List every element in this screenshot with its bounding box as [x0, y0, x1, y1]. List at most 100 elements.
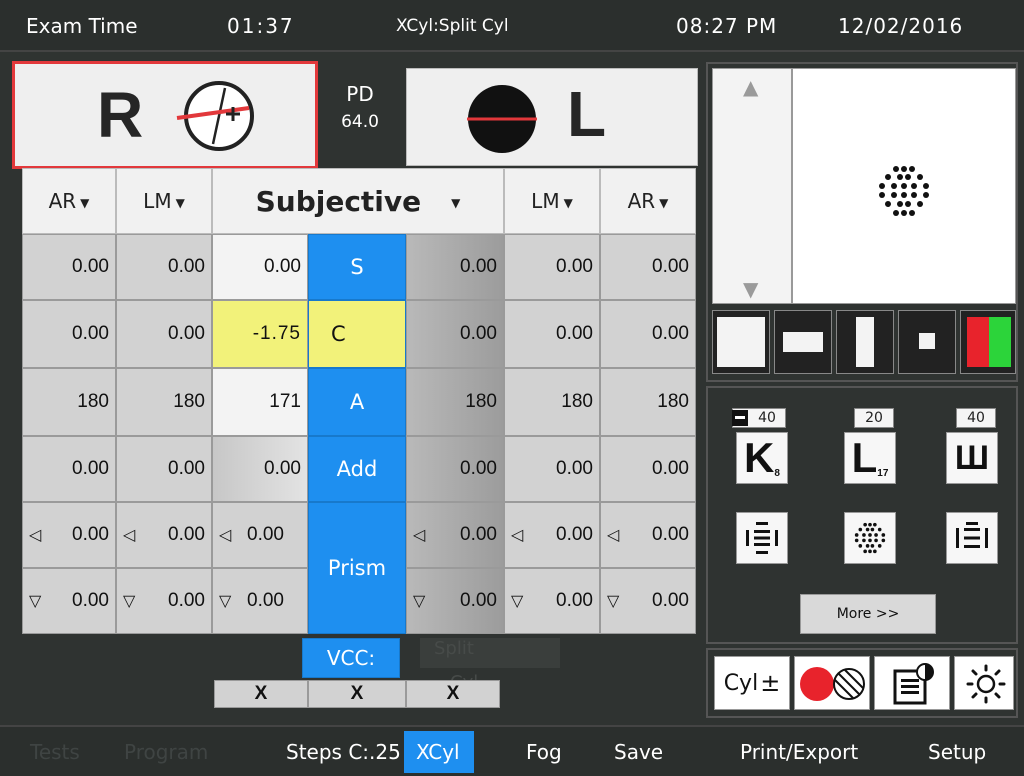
r-lm-add[interactable]: 0.00 — [116, 436, 212, 502]
chart-option-dots[interactable] — [844, 512, 896, 564]
left-lm-column-header[interactable]: LM ▼ — [504, 168, 600, 234]
chart-contrast-button[interactable] — [874, 656, 950, 710]
r-subjective-add[interactable]: 0.00 — [212, 436, 308, 502]
print-export-button[interactable]: Print/Export — [740, 740, 858, 764]
more-charts-button[interactable]: More >> — [800, 594, 936, 634]
l-ar-prism-horizontal[interactable]: ◁ 0.00 — [600, 502, 696, 568]
prism-label[interactable]: Prism — [308, 502, 406, 634]
prism-value: 0.00 — [72, 524, 109, 545]
cylinder-label[interactable]: C — [308, 300, 406, 368]
sphere-label[interactable]: S — [308, 234, 406, 300]
fog-button[interactable]: Fog — [526, 740, 562, 764]
r-lm-prism-horizontal[interactable]: ◁ 0.00 — [116, 502, 212, 568]
r-ar-axis[interactable]: 180 — [22, 368, 116, 436]
chart-option-lines-e-2[interactable] — [946, 512, 998, 564]
dropdown-arrow-icon: ▼ — [80, 196, 90, 210]
r-ar-sphere[interactable]: 0.00 — [22, 234, 116, 300]
minus-stroke — [735, 416, 745, 419]
acuity-tag-2[interactable]: 20 — [854, 408, 894, 428]
chart-scroll-track[interactable]: ▲ ▼ — [712, 68, 792, 304]
right-lm-column-header[interactable]: LM ▼ — [116, 168, 212, 234]
xcyl-button[interactable]: XCyl — [404, 731, 474, 773]
mask-single-button[interactable] — [898, 310, 956, 374]
l-lm-sphere[interactable]: 0.00 — [504, 234, 600, 300]
chart-letter: Ш — [954, 438, 990, 477]
r-subjective-axis[interactable]: 171 — [212, 368, 308, 436]
left-ar-column-header[interactable]: AR ▼ — [600, 168, 696, 234]
l-lm-prism-vertical[interactable]: ▽ 0.00 — [504, 568, 600, 634]
l-lm-cylinder[interactable]: 0.00 — [504, 300, 600, 368]
l-lm-axis[interactable]: 180 — [504, 368, 600, 436]
vcc-x-button-3[interactable]: X — [406, 680, 500, 708]
l-ar-add[interactable]: 0.00 — [600, 436, 696, 502]
tests-menu[interactable]: Tests — [30, 740, 80, 764]
prism-value: 0.00 — [247, 590, 284, 611]
r-ar-add[interactable]: 0.00 — [22, 436, 116, 502]
mask-full-button[interactable] — [712, 310, 770, 374]
column-label: AR — [627, 189, 656, 213]
prism-value: 0.00 — [652, 524, 689, 545]
left-eye-selector[interactable]: L — [406, 68, 698, 166]
tool-row: Cyl ± — [706, 648, 1018, 718]
l-subjective-prism-vertical[interactable]: ▽ 0.00 — [406, 568, 504, 634]
chart-letter: K — [744, 434, 775, 481]
cyl-plus-minus-button[interactable]: Cyl ± — [714, 656, 790, 710]
program-menu[interactable]: Program — [124, 740, 208, 764]
chart-option-lines-e[interactable] — [736, 512, 788, 564]
r-subjective-cylinder[interactable]: -1.75 — [212, 300, 308, 368]
red-green-filter-button[interactable] — [960, 310, 1016, 374]
chart-option-m[interactable]: Ш — [946, 432, 998, 484]
mask-vertical-button[interactable] — [836, 310, 894, 374]
chart-option-k[interactable]: K8 — [736, 432, 788, 484]
pd-label: PD — [346, 82, 374, 106]
r-lm-sphere[interactable]: 0.00 — [116, 234, 212, 300]
r-ar-prism-horizontal[interactable]: ◁ 0.00 — [22, 502, 116, 568]
subjective-column-header[interactable]: Subjective ▼ — [212, 168, 504, 234]
chart-option-l[interactable]: L 17 — [844, 432, 896, 484]
l-ar-sphere[interactable]: 0.00 — [600, 234, 696, 300]
l-subjective-sphere[interactable]: 0.00 — [406, 234, 504, 300]
save-button[interactable]: Save — [614, 740, 663, 764]
r-subjective-prism-vertical[interactable]: ▽ 0.00 — [212, 568, 308, 634]
l-ar-axis[interactable]: 180 — [600, 368, 696, 436]
red-filter-occluder-button[interactable] — [794, 656, 870, 710]
axis-label[interactable]: A — [308, 368, 406, 436]
r-lm-cylinder[interactable]: 0.00 — [116, 300, 212, 368]
plus-minus-icon: ± — [760, 669, 781, 697]
l-subjective-add[interactable]: 0.00 — [406, 436, 504, 502]
r-lm-axis[interactable]: 180 — [116, 368, 212, 436]
right-ar-column-header[interactable]: AR ▼ — [22, 168, 116, 234]
minus-icon[interactable] — [732, 410, 748, 426]
acuity-tag-3[interactable]: 40 — [956, 408, 996, 428]
prism-value: 0.00 — [460, 524, 497, 545]
steps-button[interactable]: Steps C:.25 — [286, 740, 401, 764]
prism-value: 0.00 — [168, 590, 205, 611]
l-subjective-axis[interactable]: 180 — [406, 368, 504, 436]
l-subjective-prism-horizontal[interactable]: ◁ 0.00 — [406, 502, 504, 568]
add-label[interactable]: Add — [308, 436, 406, 502]
brightness-button[interactable] — [954, 656, 1014, 710]
chart-subscript: 17 — [877, 467, 889, 479]
l-lm-prism-horizontal[interactable]: ◁ 0.00 — [504, 502, 600, 568]
right-eye-selector[interactable]: R — [12, 61, 318, 169]
l-subjective-cylinder[interactable]: 0.00 — [406, 300, 504, 368]
l-lm-add[interactable]: 0.00 — [504, 436, 600, 502]
setup-button[interactable]: Setup — [928, 740, 986, 764]
scroll-down-icon[interactable]: ▼ — [743, 277, 758, 301]
dropdown-arrow-icon: ▼ — [659, 196, 669, 210]
acuity-value: 40 — [758, 410, 776, 426]
exam-time-value: 01:37 — [227, 14, 295, 38]
prism-value: 0.00 — [247, 524, 284, 545]
mask-horizontal-button[interactable] — [774, 310, 832, 374]
vcc-x-button-2[interactable]: X — [308, 680, 406, 708]
r-subjective-sphere[interactable]: 0.00 — [212, 234, 308, 300]
r-ar-prism-vertical[interactable]: ▽ 0.00 — [22, 568, 116, 634]
pupillary-distance[interactable]: PD 64.0 — [320, 70, 400, 160]
l-ar-prism-vertical[interactable]: ▽ 0.00 — [600, 568, 696, 634]
vcc-x-button-1[interactable]: X — [214, 680, 308, 708]
l-ar-cylinder[interactable]: 0.00 — [600, 300, 696, 368]
r-ar-cylinder[interactable]: 0.00 — [22, 300, 116, 368]
r-lm-prism-vertical[interactable]: ▽ 0.00 — [116, 568, 212, 634]
scroll-up-icon[interactable]: ▲ — [743, 75, 758, 99]
r-subjective-prism-horizontal[interactable]: ◁ 0.00 — [212, 502, 308, 568]
